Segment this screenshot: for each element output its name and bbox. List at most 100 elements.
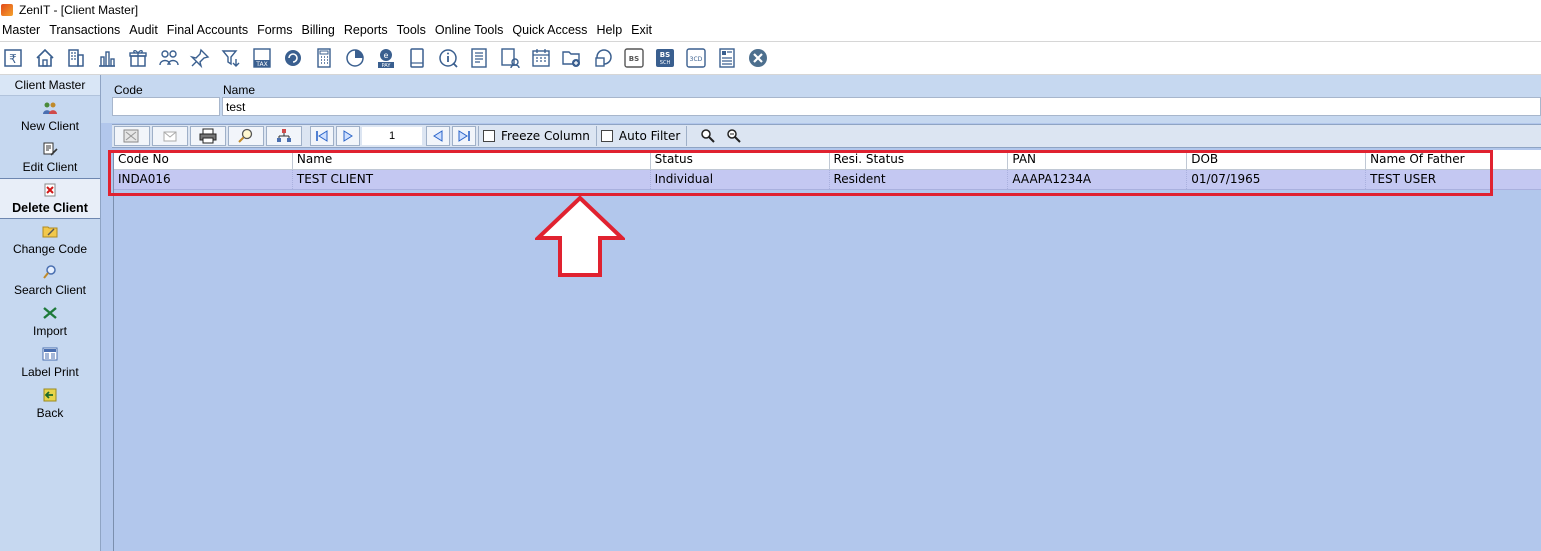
book-icon[interactable]: [405, 46, 429, 70]
search-client-button[interactable]: Search Client: [0, 260, 100, 301]
freeze-column-box[interactable]: [483, 130, 495, 142]
form-icon[interactable]: [715, 46, 739, 70]
column-header-name[interactable]: Name: [293, 150, 651, 169]
name-label: Name: [223, 83, 256, 97]
menu-quick-access[interactable]: Quick Access: [508, 20, 592, 41]
menu-billing[interactable]: Billing: [298, 20, 340, 41]
preview-button[interactable]: [228, 126, 264, 146]
tax-icon[interactable]: TAX: [250, 46, 274, 70]
auto-filter-checkbox[interactable]: Auto Filter: [595, 126, 686, 146]
bs-icon[interactable]: BS: [622, 46, 646, 70]
back-button[interactable]: Back: [0, 383, 100, 424]
back-label: Back: [36, 406, 64, 420]
cell-code-no[interactable]: INDA016: [114, 170, 293, 189]
last-page-button[interactable]: [452, 126, 476, 146]
menu-exit[interactable]: Exit: [627, 20, 657, 41]
edit-icon: [42, 141, 58, 157]
menu-master[interactable]: Master: [0, 20, 45, 41]
name-field[interactable]: [222, 97, 1541, 116]
code-field[interactable]: [112, 97, 220, 116]
column-header-name-of-father[interactable]: Name Of Father: [1366, 150, 1541, 169]
menu-audit[interactable]: Audit: [125, 20, 163, 41]
previous-page-button[interactable]: [426, 126, 450, 146]
column-header-pan[interactable]: PAN: [1008, 150, 1188, 169]
freeze-column-label: Freeze Column: [501, 129, 590, 143]
copy-icon[interactable]: [591, 46, 615, 70]
svg-text:BS: BS: [660, 51, 670, 59]
main-toolbar: ₹ TAX e PAY BS BS SCH 3CD: [0, 41, 1541, 75]
menu-forms[interactable]: Forms: [253, 20, 297, 41]
cell-resi-status[interactable]: Resident: [830, 170, 1009, 189]
user-edit-icon[interactable]: [498, 46, 522, 70]
column-header-status[interactable]: Status: [651, 150, 830, 169]
left-panel: Client Master New Client Edit Client Del…: [0, 75, 101, 551]
info-icon[interactable]: [436, 46, 460, 70]
epay-icon[interactable]: e PAY: [374, 46, 398, 70]
edit-client-button[interactable]: Edit Client: [0, 137, 100, 178]
print-button[interactable]: [190, 126, 226, 146]
bar-chart-icon[interactable]: [95, 46, 119, 70]
printer-icon: [199, 128, 217, 144]
page-number-field[interactable]: [362, 127, 422, 145]
new-client-button[interactable]: New Client: [0, 96, 100, 137]
delete-client-button[interactable]: Delete Client: [0, 178, 100, 219]
building-icon[interactable]: [64, 46, 88, 70]
change-code-button[interactable]: Change Code: [0, 219, 100, 260]
freeze-column-checkbox[interactable]: Freeze Column: [478, 126, 596, 146]
email-icon: [163, 131, 177, 142]
pie-chart-icon[interactable]: [343, 46, 367, 70]
menu-reports[interactable]: Reports: [340, 20, 393, 41]
refresh-icon[interactable]: [281, 46, 305, 70]
document-icon[interactable]: [467, 46, 491, 70]
menu-tools[interactable]: Tools: [393, 20, 431, 41]
calendar-icon[interactable]: [529, 46, 553, 70]
delete-icon: [42, 182, 58, 198]
calculator-icon[interactable]: [312, 46, 336, 70]
previous-icon: [433, 130, 443, 142]
menu-online-tools[interactable]: Online Tools: [431, 20, 509, 41]
3cd-icon[interactable]: 3CD: [684, 46, 708, 70]
cd-label: 3CD: [690, 56, 703, 63]
pay-label: PAY: [382, 63, 392, 69]
client-grid: Code No Name Status Resi. Status PAN DOB…: [113, 150, 1541, 551]
change-code-label: Change Code: [12, 242, 88, 256]
cell-dob[interactable]: 01/07/1965: [1187, 170, 1367, 189]
left-panel-title: Client Master: [0, 75, 100, 96]
auto-filter-label: Auto Filter: [618, 129, 681, 143]
cell-status[interactable]: Individual: [651, 170, 830, 189]
edit-client-label: Edit Client: [22, 160, 78, 174]
bs-sch-icon[interactable]: BS SCH: [653, 46, 677, 70]
cell-pan[interactable]: AAAPA1234A: [1008, 170, 1188, 189]
import-button[interactable]: Import: [0, 301, 100, 342]
find-next-icon[interactable]: [725, 128, 743, 144]
home-icon[interactable]: [33, 46, 57, 70]
gift-icon[interactable]: [126, 46, 150, 70]
window-title: ZenIT - [Client Master]: [19, 3, 139, 17]
close-icon[interactable]: [746, 46, 770, 70]
table-row[interactable]: INDA016 TEST CLIENT Individual Resident …: [114, 170, 1541, 190]
auto-filter-box[interactable]: [600, 130, 613, 142]
column-header-resi-status[interactable]: Resi. Status: [830, 150, 1009, 169]
export-button[interactable]: [114, 126, 150, 146]
first-page-button[interactable]: [310, 126, 334, 146]
folder-add-icon[interactable]: [560, 46, 584, 70]
cell-name-of-father[interactable]: TEST USER: [1366, 170, 1541, 189]
next-page-button[interactable]: [336, 126, 360, 146]
tax-label: TAX: [255, 61, 267, 68]
rupee-icon[interactable]: ₹: [2, 46, 26, 70]
users-icon[interactable]: [157, 46, 181, 70]
pin-icon[interactable]: [188, 46, 212, 70]
filter-icon[interactable]: [219, 46, 243, 70]
main-area: Code Name Freeze Column Auto Filter Code: [101, 75, 1541, 551]
menu-help[interactable]: Help: [592, 20, 627, 41]
cell-name[interactable]: TEST CLIENT: [293, 170, 651, 189]
column-header-code-no[interactable]: Code No: [114, 150, 293, 169]
email-button[interactable]: [152, 126, 188, 146]
column-header-dob[interactable]: DOB: [1187, 150, 1367, 169]
label-print-button[interactable]: Label Print: [0, 342, 100, 383]
find-icon[interactable]: [699, 128, 717, 144]
folder-edit-icon: [42, 223, 58, 239]
tree-button[interactable]: [266, 126, 302, 146]
menu-transactions[interactable]: Transactions: [45, 20, 125, 41]
menu-final-accounts[interactable]: Final Accounts: [163, 20, 253, 41]
